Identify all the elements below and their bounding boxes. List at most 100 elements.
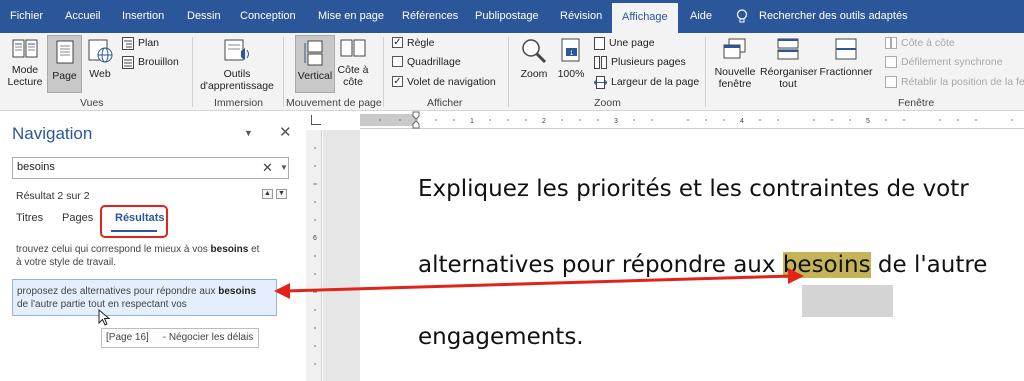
regle-checkbox[interactable]: ✓ Règle <box>392 35 434 51</box>
arrange-all-icon <box>777 38 799 60</box>
plusieurs-pages-label: Plusieurs pages <box>611 56 686 68</box>
zoom-100-button[interactable]: 1 100% <box>556 37 586 93</box>
hruler-label: 2 <box>542 118 546 125</box>
active-tab-indicator <box>111 230 157 232</box>
une-page-label: Une page <box>609 37 655 49</box>
outils-label: Outils d'apprentissage <box>200 68 274 92</box>
document-line[interactable]: alternatives pour répondre aux besoins d… <box>418 252 987 278</box>
cote-a-cote-window-label: Côte à côte <box>901 37 955 49</box>
ruler-tab-selector[interactable] <box>311 115 321 125</box>
retablir-label: Rétablir la position de la fe <box>901 76 1024 88</box>
group-separator <box>508 37 509 107</box>
document-line[interactable]: Expliquez les priorités et les contraint… <box>418 176 969 202</box>
clear-icon[interactable]: ✕ <box>262 160 273 176</box>
fractionner-label: Fractionner <box>819 66 873 78</box>
close-icon[interactable]: ✕ <box>279 123 292 141</box>
checkbox-checked[interactable]: ✓ <box>392 36 403 48</box>
tab-mise-en-page[interactable]: Mise en page <box>318 0 384 33</box>
one-page-icon <box>594 36 605 50</box>
zoom-100-label: 100% <box>557 68 585 80</box>
tab-resultats[interactable]: Résultats <box>100 205 168 238</box>
nouvelle-fenetre-button[interactable]: Nouvelle fenêtre <box>711 37 759 95</box>
search-input[interactable] <box>17 161 247 173</box>
cote-a-cote-window-button[interactable]: Côte à côte <box>885 35 955 51</box>
tab-publipostage[interactable]: Publipostage <box>475 0 539 33</box>
plan-button[interactable]: Plan <box>122 35 159 51</box>
quadrillage-label: Quadrillage <box>407 56 461 68</box>
fractionner-button[interactable]: Fractionner <box>818 37 874 93</box>
result-text: trouvez celui qui correspond le mieux à … <box>16 244 211 255</box>
zoom-label: Zoom <box>520 68 548 80</box>
tab-revision[interactable]: Révision <box>560 0 602 33</box>
brouillon-button[interactable]: Brouillon <box>122 54 179 70</box>
page-view-label: Page <box>52 70 77 82</box>
result-text: proposez des alternatives pour répondre … <box>17 286 219 297</box>
ribbon: Mode Lecture Page Web Plan Brouillon Vue… <box>0 33 1024 111</box>
tab-dessin[interactable]: Dessin <box>187 0 221 33</box>
group-separator <box>192 37 193 107</box>
side-by-side-icon <box>340 39 366 57</box>
group-separator <box>383 37 384 107</box>
document-line[interactable]: engagements. <box>418 324 584 350</box>
vertical-ruler[interactable]: 6 <box>306 130 322 381</box>
search-box[interactable]: ✕ ▼ <box>12 157 289 179</box>
tab-pages[interactable]: Pages <box>62 212 93 224</box>
result-text: à votre style de travail. <box>16 257 117 268</box>
outils-apprentissage-button[interactable]: Outils d'apprentissage <box>197 37 277 93</box>
vertical-ruler-ticks: 6 <box>313 147 317 365</box>
tab-aide[interactable]: Aide <box>690 0 712 33</box>
tab-affichage[interactable]: Affichage <box>612 3 678 33</box>
web-view-label: Web <box>89 68 111 80</box>
plan-label: Plan <box>138 37 160 49</box>
result-tooltip: [Page 16] - Négocier les délais <box>101 328 259 348</box>
une-page-button[interactable]: Une page <box>594 35 655 51</box>
tab-accueil[interactable]: Accueil <box>65 0 100 33</box>
reorganiser-tout-button[interactable]: Réorganiser tout <box>760 37 817 95</box>
page-width-icon <box>594 75 607 89</box>
defilement-synchrone-button[interactable]: Défilement synchrone <box>885 54 1003 70</box>
lightbulb-icon <box>736 9 748 23</box>
mode-lecture-label: Mode Lecture <box>7 64 43 88</box>
group-label-fenetre: Fenêtre <box>898 97 935 109</box>
result-match: besoins <box>210 244 249 255</box>
volet-navigation-checkbox[interactable]: ✓ Volet de navigation <box>392 74 496 90</box>
tab-insertion[interactable]: Insertion <box>122 0 164 33</box>
down-arrow-icon[interactable]: ▼ <box>276 189 287 199</box>
web-view-button[interactable]: Web <box>85 37 115 93</box>
page-view-button[interactable]: Page <box>47 35 82 93</box>
mode-lecture-button[interactable]: Mode Lecture <box>4 37 46 93</box>
chevron-down-icon[interactable]: ▼ <box>244 128 253 138</box>
search-result-item[interactable]: trouvez celui qui correspond le mieux à … <box>16 243 259 269</box>
document-text: de l'autre <box>870 252 988 278</box>
tell-me-search[interactable]: Rechercher des outils adaptés <box>759 0 908 33</box>
checkbox-unchecked[interactable] <box>392 55 403 67</box>
plusieurs-pages-button[interactable]: Plusieurs pages <box>594 54 686 70</box>
tab-titres[interactable]: Titres <box>16 212 43 224</box>
page-layout-icon <box>56 40 73 64</box>
up-arrow-icon[interactable]: ▲ <box>262 189 273 199</box>
navigation-pane: Navigation ▼ ✕ ✕ ▼ Résultat 2 sur 2 ▲ ▼ … <box>0 111 303 381</box>
checkbox-checked[interactable]: ✓ <box>392 75 403 87</box>
vertical-button[interactable]: Vertical <box>295 35 335 93</box>
horizontal-ruler[interactable]: 1 2 3 4 5 <box>360 111 1024 129</box>
retablir-position-button[interactable]: Rétablir la position de la fe <box>885 74 1024 90</box>
largeur-page-button[interactable]: Largeur de la page <box>594 74 699 90</box>
group-label-afficher: Afficher <box>427 97 463 109</box>
cote-a-cote-button[interactable]: Côte à côte <box>337 37 369 93</box>
selection-highlight <box>802 285 893 317</box>
hruler-label: 3 <box>614 118 618 125</box>
web-layout-icon <box>88 39 113 63</box>
group-label-zoom: Zoom <box>594 97 621 109</box>
chevron-down-icon[interactable]: ▼ <box>280 163 288 172</box>
brouillon-label: Brouillon <box>138 56 179 68</box>
read-mode-icon <box>12 39 38 58</box>
tab-references[interactable]: Références <box>402 0 458 33</box>
quadrillage-checkbox[interactable]: Quadrillage <box>392 54 461 70</box>
outline-icon <box>122 36 134 50</box>
cote-a-cote-label: Côte à côte <box>337 64 369 88</box>
zoom-button[interactable]: Zoom <box>514 37 554 93</box>
vertical-label: Vertical <box>297 70 333 82</box>
horizontal-ruler-ticks: 1 2 3 4 5 <box>360 111 1013 129</box>
tab-conception[interactable]: Conception <box>240 0 296 33</box>
tab-fichier[interactable]: Fichier <box>10 0 43 33</box>
